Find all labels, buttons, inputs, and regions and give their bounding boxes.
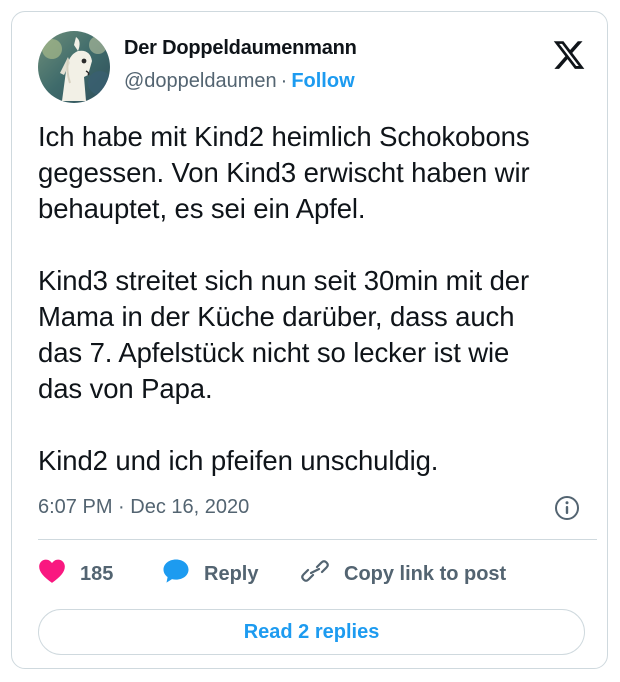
tweet-text: Ich habe mit Kind2 heimlich Schokobons g… — [38, 121, 530, 476]
author-handle[interactable]: @doppeldaumen — [124, 70, 277, 92]
tweet-timestamp[interactable]: 6:07 PM · Dec 16, 2020 — [38, 496, 249, 519]
author-handle-row: @doppeldaumen · Follow — [124, 70, 355, 93]
reply-label: Reply — [204, 562, 259, 585]
tweet-card: Der Doppeldaumenmann @doppeldaumen · Follo… — [11, 11, 608, 669]
divider — [38, 539, 597, 540]
like-count: 185 — [80, 562, 114, 585]
like-button[interactable]: 185 — [38, 557, 113, 591]
heart-icon — [38, 558, 66, 590]
x-logo-icon[interactable] — [552, 38, 586, 72]
read-replies-button[interactable]: Read 2 replies — [38, 609, 585, 655]
avatar-image — [38, 31, 110, 103]
info-icon[interactable] — [554, 495, 580, 521]
handle-separator: · — [280, 70, 288, 92]
reply-button[interactable]: Reply — [162, 557, 258, 591]
author-avatar[interactable] — [38, 31, 110, 103]
reply-bubble-icon — [162, 558, 190, 590]
follow-button[interactable]: Follow — [291, 70, 354, 92]
author-name[interactable]: Der Doppeldaumenmann — [124, 37, 357, 60]
copy-link-label: Copy link to post — [344, 562, 507, 585]
copy-link-button[interactable]: Copy link to post — [300, 557, 506, 591]
link-icon — [300, 558, 330, 590]
